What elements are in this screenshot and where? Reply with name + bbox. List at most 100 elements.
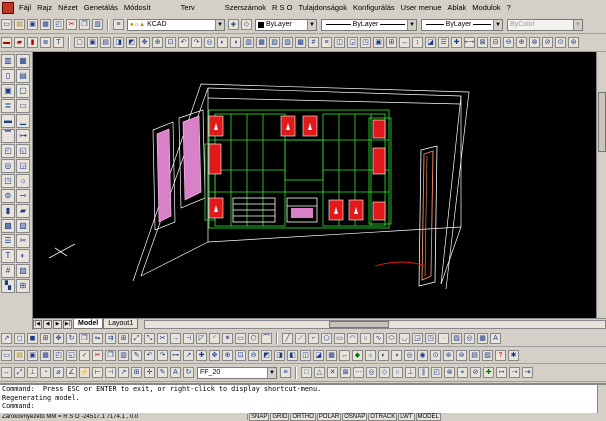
shelf-icon[interactable]: ≣: [1, 99, 15, 113]
handle-icon[interactable]: ⊶: [16, 129, 30, 143]
snap-parallel-icon[interactable]: ∥: [418, 367, 429, 378]
layer-icon[interactable]: ≡: [321, 37, 332, 48]
kcad-logo-icon[interactable]: ✱: [508, 349, 519, 361]
menu-modules[interactable]: Modulok: [469, 1, 503, 15]
area-icon[interactable]: ◪: [425, 37, 436, 48]
circle-icon[interactable]: ○: [360, 332, 371, 344]
menu-tools[interactable]: Szerszámok: [222, 1, 269, 15]
layer-manager-icon[interactable]: ≡: [113, 19, 124, 30]
3d-view-icon[interactable]: ⊛: [568, 37, 579, 48]
fillet-icon[interactable]: ◜: [209, 332, 220, 344]
save-icon[interactable]: ▣: [27, 19, 38, 30]
hyperlink-icon[interactable]: ⊶: [170, 349, 181, 361]
mtext-icon[interactable]: A: [490, 332, 501, 344]
snap-midpoint-icon[interactable]: △: [314, 367, 325, 378]
menu-help[interactable]: ?: [504, 1, 514, 15]
make-block-icon[interactable]: ◳: [425, 332, 436, 344]
plot-preview-icon[interactable]: ◰: [53, 349, 64, 361]
dim-style-icon[interactable]: ≡: [280, 367, 291, 378]
door-icon[interactable]: ▯: [1, 69, 15, 83]
sink-icon[interactable]: ◱: [16, 144, 30, 158]
center-mark-icon[interactable]: ✛: [144, 367, 155, 378]
drawing-viewport[interactable]: [33, 52, 599, 318]
zoom-all-icon[interactable]: ⊟: [490, 37, 501, 48]
socket-icon[interactable]: ⊚: [1, 189, 15, 203]
publish-icon[interactable]: ◱: [66, 349, 77, 361]
oven-icon[interactable]: ◲: [16, 159, 30, 173]
arc-icon[interactable]: ⌒: [261, 332, 272, 344]
window-icon[interactable]: ▤: [16, 69, 30, 83]
layer-previous-icon[interactable]: ◇: [241, 19, 252, 30]
render-tool-icon[interactable]: ◆: [352, 349, 363, 361]
orbit-icon[interactable]: ◎: [204, 37, 215, 48]
new-file-icon[interactable]: ▭: [1, 349, 12, 361]
light-icon[interactable]: ☼: [16, 174, 30, 188]
first-tab-icon[interactable]: |◀: [33, 319, 42, 329]
ucs-tool-icon[interactable]: ↗: [183, 349, 194, 361]
mirror-icon[interactable]: ⇋: [92, 332, 103, 344]
named-views-icon[interactable]: ⊙: [555, 37, 566, 48]
horizontal-scroll-thumb[interactable]: [329, 320, 390, 328]
print-icon[interactable]: ▦: [40, 19, 51, 30]
hob-icon[interactable]: ◎: [1, 159, 15, 173]
scene-icon[interactable]: ◑: [391, 349, 402, 361]
radius-dim-icon[interactable]: ◔: [40, 367, 51, 378]
box-icon[interactable]: ◼: [27, 332, 38, 344]
polygon-icon[interactable]: ⬡: [248, 332, 259, 344]
ellipse-arc-icon[interactable]: ◡: [399, 332, 410, 344]
chamfer-icon[interactable]: ◸: [196, 332, 207, 344]
preview-icon[interactable]: ◰: [53, 19, 64, 30]
vertical-scrollbar[interactable]: [596, 52, 606, 318]
grid-toggle[interactable]: GRID: [270, 413, 290, 421]
polar-toggle[interactable]: POLAR: [316, 413, 342, 421]
shade-icon[interactable]: ◑: [230, 37, 241, 48]
snap-perpendicular-icon[interactable]: ⊥: [405, 367, 416, 378]
view-side-icon[interactable]: ▧: [269, 37, 280, 48]
tile-icon[interactable]: ▩: [1, 219, 15, 233]
view-iso-icon[interactable]: ▨: [282, 37, 293, 48]
grid-pattern-icon[interactable]: #: [1, 264, 15, 278]
tolerance-icon[interactable]: ⊞: [131, 367, 142, 378]
continue-dim-icon[interactable]: ⊣: [105, 367, 116, 378]
line-icon[interactable]: ╱: [282, 332, 293, 344]
table-icon[interactable]: ▦: [477, 332, 488, 344]
help-icon[interactable]: ?: [495, 349, 506, 361]
copy-icon[interactable]: ❐: [79, 19, 90, 30]
redo-icon[interactable]: ↷: [191, 37, 202, 48]
snap-tangent-icon[interactable]: ○: [392, 367, 403, 378]
material-icon[interactable]: ▧: [16, 219, 30, 233]
copy-tool-icon[interactable]: ❐: [79, 332, 90, 344]
plinth-icon[interactable]: ▁: [16, 114, 30, 128]
print-file-icon[interactable]: ▦: [40, 349, 51, 361]
new-icon[interactable]: ▭: [1, 19, 12, 30]
osnap-settings-icon[interactable]: ✚: [483, 367, 494, 378]
insert-icon[interactable]: ◲: [347, 37, 358, 48]
snap-tracking-icon[interactable]: ⇥: [522, 367, 533, 378]
model-toggle[interactable]: MODEL: [415, 413, 441, 421]
snap-endpoint-icon[interactable]: □: [301, 367, 312, 378]
move-icon[interactable]: ✥: [53, 332, 64, 344]
tab-model[interactable]: Model: [73, 319, 104, 329]
cut-list-icon[interactable]: ✂: [16, 234, 30, 248]
snap-apparent-icon[interactable]: ⊠: [340, 367, 351, 378]
aerial-view-icon[interactable]: ⊘: [542, 37, 553, 48]
rectangle-tool-icon[interactable]: ▭: [235, 332, 246, 344]
command-prompt[interactable]: Command:: [2, 402, 606, 411]
baseline-dim-icon[interactable]: ⊢: [92, 367, 103, 378]
match-prop-icon[interactable]: ✎: [131, 349, 142, 361]
dim-update-icon[interactable]: ↻: [183, 367, 194, 378]
leader-icon[interactable]: ↗: [118, 367, 129, 378]
snap-intersection-icon[interactable]: ✕: [327, 367, 338, 378]
id-icon[interactable]: ✚: [451, 37, 462, 48]
layer-combo[interactable]: ●☼▲ KCAD ▼: [127, 18, 225, 31]
menu-user[interactable]: User menue: [398, 1, 445, 15]
cornice-icon[interactable]: ▔: [1, 129, 15, 143]
arc-draw-icon[interactable]: ◠: [347, 332, 358, 344]
materials-icon[interactable]: ◐: [378, 349, 389, 361]
xref-icon[interactable]: ◳: [360, 37, 371, 48]
zoom-in-icon[interactable]: ⊕: [516, 37, 527, 48]
cabinet-base-icon[interactable]: ▣: [1, 84, 15, 98]
cut-icon[interactable]: ✂: [66, 19, 77, 30]
dim-edit-icon[interactable]: ✎: [157, 367, 168, 378]
floor-icon[interactable]: ▦: [16, 54, 30, 68]
